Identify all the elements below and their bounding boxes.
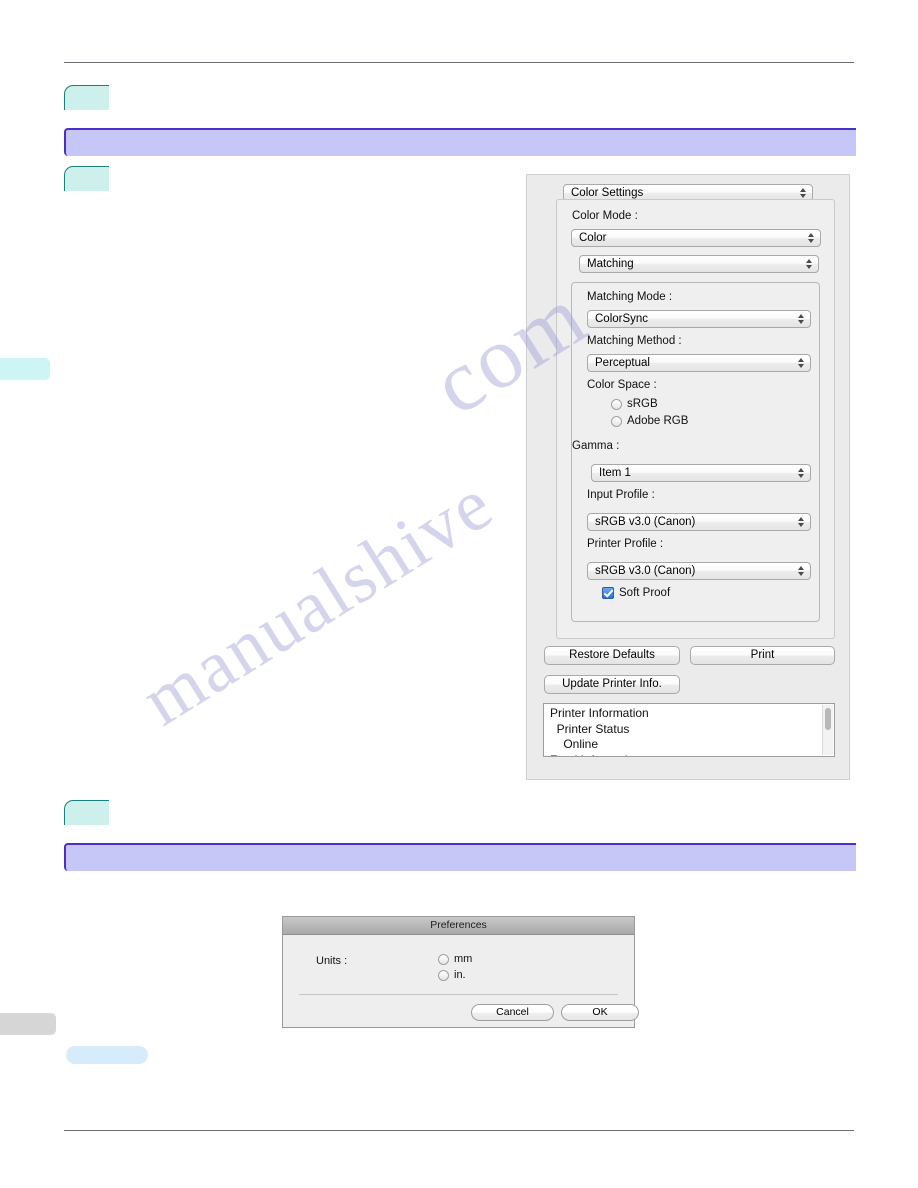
step-marker-2 bbox=[64, 166, 109, 191]
matching-mode-popup[interactable]: ColorSync bbox=[587, 310, 811, 328]
restore-defaults-button[interactable]: Restore Defaults bbox=[544, 646, 680, 665]
margin-index-tab-cyan[interactable] bbox=[0, 358, 50, 380]
color-space-label: Color Space : bbox=[587, 379, 657, 391]
gamma-value: Item 1 bbox=[599, 467, 631, 479]
gamma-popup[interactable]: Item 1 bbox=[591, 464, 811, 482]
checkbox-label: Soft Proof bbox=[619, 587, 671, 599]
step-marker-1 bbox=[64, 85, 109, 110]
printer-information-list[interactable]: Printer Information Printer Status Onlin… bbox=[543, 703, 835, 757]
list-item: Printer Status bbox=[550, 721, 630, 736]
margin-index-tab-gray[interactable] bbox=[0, 1013, 56, 1035]
radio-icon bbox=[611, 415, 622, 427]
matching-method-value: Perceptual bbox=[595, 357, 650, 369]
radio-units-in[interactable]: in. bbox=[438, 969, 466, 981]
input-profile-label: Input Profile : bbox=[587, 489, 655, 501]
radio-color-space-adobe-rgb[interactable]: Adobe RGB bbox=[611, 415, 688, 427]
page-footer-rule bbox=[64, 1130, 854, 1131]
radio-label: Adobe RGB bbox=[627, 415, 689, 427]
color-mode-value: Color bbox=[579, 232, 607, 244]
matching-popup-value: Matching bbox=[587, 258, 634, 270]
list-item: Printer Information bbox=[550, 706, 649, 720]
update-printer-info-button[interactable]: Update Printer Info. bbox=[544, 675, 680, 694]
note-pill bbox=[66, 1046, 148, 1064]
list-item: Feed Information bbox=[550, 753, 820, 757]
matching-method-popup[interactable]: Perceptual bbox=[587, 354, 811, 372]
radio-icon bbox=[438, 969, 449, 981]
ok-button[interactable]: OK bbox=[561, 1004, 639, 1021]
radio-icon bbox=[438, 953, 449, 965]
preferences-divider bbox=[299, 994, 618, 995]
chevron-updown-icon bbox=[808, 231, 815, 245]
chevron-updown-icon bbox=[798, 515, 805, 529]
chevron-updown-icon bbox=[806, 257, 813, 271]
chevron-updown-icon bbox=[800, 186, 807, 200]
printer-profile-label: Printer Profile : bbox=[587, 538, 664, 550]
radio-label: mm bbox=[454, 953, 473, 965]
printer-profile-value: sRGB v3.0 (Canon) bbox=[595, 565, 696, 577]
cancel-button[interactable]: Cancel bbox=[471, 1004, 554, 1021]
scrollbar-thumb[interactable] bbox=[825, 708, 831, 730]
watermark-text-primary: manualshive bbox=[128, 462, 508, 742]
section-banner-bottom bbox=[64, 843, 856, 871]
vertical-scrollbar[interactable] bbox=[822, 705, 833, 755]
chevron-updown-icon bbox=[798, 466, 805, 480]
preferences-titlebar: Preferences bbox=[283, 917, 634, 935]
checkbox-soft-proof[interactable]: Soft Proof bbox=[602, 587, 670, 599]
chevron-updown-icon bbox=[798, 564, 805, 578]
page-header-rule bbox=[64, 62, 854, 63]
matching-method-label: Matching Method : bbox=[587, 335, 682, 347]
color-settings-panel: Color Mode : Color Matching Matching Mod… bbox=[556, 199, 835, 639]
chevron-updown-icon bbox=[798, 356, 805, 370]
chevron-updown-icon bbox=[798, 312, 805, 326]
pane-selector-value: Color Settings bbox=[571, 187, 644, 199]
checkmark-icon bbox=[602, 587, 614, 599]
matching-mode-label: Matching Mode : bbox=[587, 291, 673, 303]
color-mode-popup[interactable]: Color bbox=[571, 229, 821, 247]
radio-units-mm[interactable]: mm bbox=[438, 953, 472, 965]
radio-icon bbox=[611, 398, 622, 410]
gamma-label: Gamma : bbox=[572, 440, 620, 452]
units-label: Units : bbox=[316, 955, 348, 967]
input-profile-popup[interactable]: sRGB v3.0 (Canon) bbox=[587, 513, 811, 531]
printer-profile-popup[interactable]: sRGB v3.0 (Canon) bbox=[587, 562, 811, 580]
section-banner-top bbox=[64, 128, 856, 156]
color-mode-label: Color Mode : bbox=[572, 210, 638, 222]
input-profile-value: sRGB v3.0 (Canon) bbox=[595, 516, 696, 528]
radio-label: in. bbox=[454, 969, 466, 981]
list-item: Online bbox=[550, 737, 599, 751]
radio-label: sRGB bbox=[627, 398, 658, 410]
print-dialog-pane: Color Settings Color Mode : Color Matchi… bbox=[526, 174, 850, 780]
preferences-window: Preferences Units : mm in. Cancel OK bbox=[282, 916, 639, 1028]
step-marker-3 bbox=[64, 800, 109, 825]
matching-popup[interactable]: Matching bbox=[579, 255, 819, 273]
radio-color-space-srgb[interactable]: sRGB bbox=[611, 398, 658, 410]
print-button[interactable]: Print bbox=[690, 646, 835, 665]
matching-mode-value: ColorSync bbox=[595, 313, 649, 325]
